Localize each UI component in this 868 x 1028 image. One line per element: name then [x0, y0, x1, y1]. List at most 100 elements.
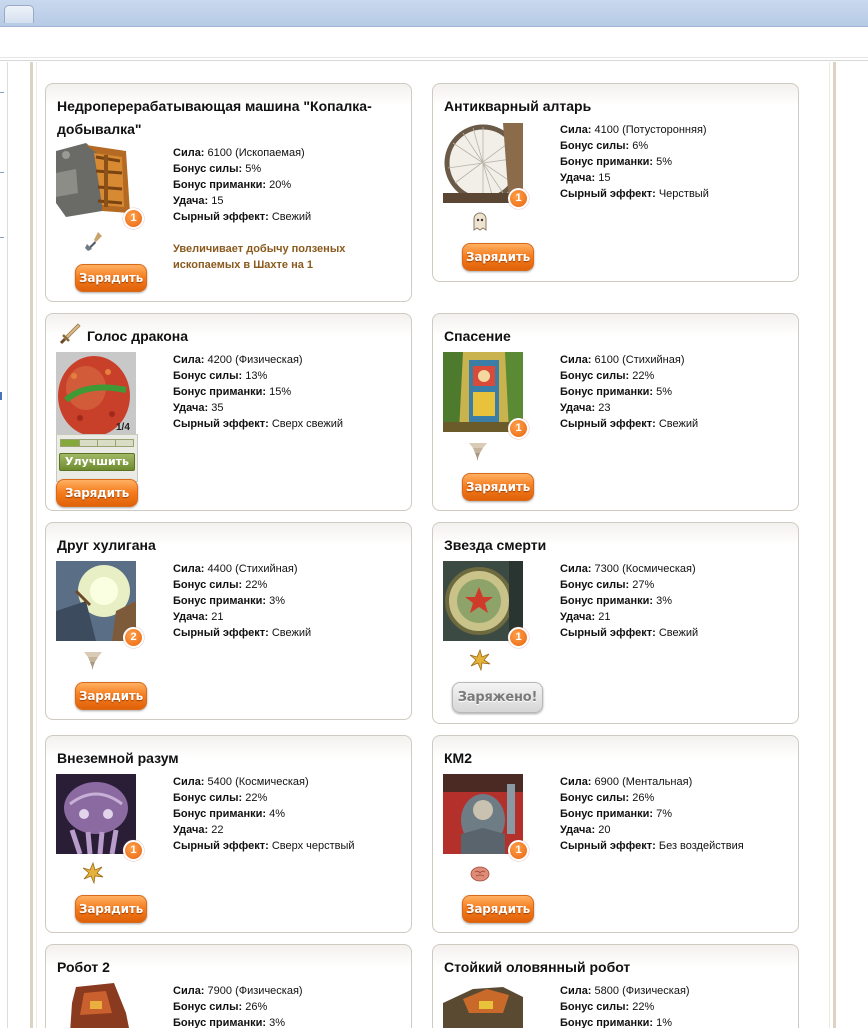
trap-level: 1/4 [116, 422, 130, 433]
arm-trap-button[interactable]: Зарядить [462, 473, 534, 501]
trap-image[interactable] [56, 561, 136, 641]
cheese-effect-value: Свежий [658, 627, 699, 639]
trap-count-badge: 1 [123, 208, 144, 229]
trap-armed-button[interactable]: Заряжено! [452, 682, 543, 713]
trap-count-badge: 2 [123, 627, 144, 648]
trap-card: Робот 2 Сила: 7900 (Физическая) Бонус си… [45, 944, 412, 1028]
arm-trap-button[interactable]: Зарядить [462, 895, 534, 923]
sidebar-mark [0, 237, 4, 238]
power-type: (Физическая) [622, 985, 690, 997]
luck-value: 23 [598, 402, 611, 414]
power-bonus-value: 5% [245, 163, 262, 175]
cheese-effect-value: Без воздействия [658, 840, 744, 852]
trap-count-badge: 1 [508, 627, 529, 648]
arm-trap-button[interactable]: Зарядить [75, 895, 147, 923]
trap-image[interactable] [443, 983, 523, 1028]
trap-stats: Сила: 5400 (Космическая) Бонус силы: 22%… [173, 774, 355, 854]
luck-value: 35 [211, 402, 224, 414]
label-luck: Удача: [173, 195, 209, 207]
power-bonus-value: 6% [632, 140, 649, 152]
label-power: Сила: [560, 985, 592, 997]
progress-segment [79, 440, 80, 446]
trap-card: Антикварный алтарь 1 Сила: 4100 (Потусто… [432, 83, 799, 282]
arm-trap-button[interactable]: Зарядить [462, 243, 534, 271]
shovel-icon [84, 230, 106, 252]
label-attraction-bonus: Бонус приманки: [173, 179, 267, 191]
luck-value: 20 [598, 824, 611, 836]
label-cheese-effect: Сырный эффект: [560, 188, 656, 200]
upgrade-panel: Улучшить [56, 434, 138, 482]
arm-trap-button[interactable]: Зарядить [75, 682, 147, 710]
power-value: 5400 [207, 776, 233, 788]
power-bonus-value: 22% [632, 1001, 655, 1013]
label-power: Сила: [173, 147, 205, 159]
trap-stats: Сила: 4200 (Физическая) Бонус силы: 13% … [173, 352, 343, 432]
power-value: 6900 [594, 776, 620, 788]
attraction-bonus-value: 20% [269, 179, 292, 191]
star-burst-icon [469, 648, 491, 672]
label-attraction-bonus: Бонус приманки: [173, 1017, 267, 1028]
ghost-icon [469, 210, 491, 232]
cheese-effect-value: Сверх черствый [271, 840, 355, 852]
brain-icon [469, 862, 491, 884]
label-power: Сила: [560, 124, 592, 136]
left-sidebar-edge [0, 62, 8, 1028]
trap-card: Стойкий оловянный робот Сила: 5800 (Физи… [432, 944, 799, 1028]
power-type: (Ментальная) [622, 776, 693, 788]
luck-value: 21 [211, 611, 224, 623]
power-type: (Физическая) [235, 985, 303, 997]
attraction-bonus-value: 5% [656, 386, 673, 398]
label-power-bonus: Бонус силы: [560, 792, 630, 804]
power-value: 7900 [207, 985, 233, 997]
label-luck: Удача: [173, 824, 209, 836]
power-value: 5800 [594, 985, 620, 997]
trap-name: Голос дракона [87, 328, 189, 344]
label-power-bonus: Бонус силы: [173, 370, 243, 382]
right-gutter [836, 62, 868, 1028]
trap-image[interactable] [56, 983, 136, 1028]
label-attraction-bonus: Бонус приманки: [173, 808, 267, 820]
power-type: (Потусторонняя) [622, 124, 707, 136]
label-power-bonus: Бонус силы: [560, 140, 630, 152]
arm-trap-button[interactable]: Зарядить [56, 479, 138, 507]
label-power-bonus: Бонус силы: [173, 163, 243, 175]
label-luck: Удача: [560, 172, 596, 184]
power-bonus-value: 22% [245, 579, 268, 591]
trap-card: Недропере­рабатывающая машина "Копалка-д… [45, 83, 412, 302]
power-bonus-value: 22% [245, 792, 268, 804]
sword-icon [58, 322, 82, 346]
trap-stats: Сила: 5800 (Физическая) Бонус силы: 22% … [560, 983, 690, 1028]
power-type: (Стихийная) [622, 354, 685, 366]
cheese-effect-value: Свежий [271, 211, 312, 223]
label-luck: Удача: [560, 611, 596, 623]
trap-stats: Сила: 4100 (Потусторонняя) Бонус силы: 6… [560, 122, 709, 202]
trap-name: Спасение [444, 328, 511, 344]
label-attraction-bonus: Бонус приманки: [560, 386, 654, 398]
label-power: Сила: [173, 985, 205, 997]
trap-name: Внеземной разум [57, 750, 179, 766]
trap-card: КМ2 1 Сила: 6900 (Ментальная) Бонус силы… [432, 735, 799, 933]
progress-segment [115, 440, 116, 446]
cheese-effect-value: Черствый [658, 188, 709, 200]
trap-name: Антикварный алтарь [444, 98, 592, 114]
label-power-bonus: Бонус силы: [560, 1001, 630, 1013]
power-value: 4100 [594, 124, 620, 136]
luck-value: 22 [211, 824, 224, 836]
power-bonus-value: 26% [245, 1001, 268, 1013]
cheese-effect-value: Свежий [658, 418, 699, 430]
power-value: 6100 [594, 354, 620, 366]
label-power: Сила: [560, 354, 592, 366]
power-bonus-value: 22% [632, 370, 655, 382]
upgrade-progress-fill [61, 440, 79, 446]
trap-image[interactable] [56, 774, 136, 854]
trap-stats: Сила: 7300 (Космическая) Бонус силы: 27%… [560, 561, 698, 641]
label-power: Сила: [560, 563, 592, 575]
trap-name: Друг хулигана [57, 537, 156, 553]
tornado-icon [467, 440, 489, 462]
cheese-effect-value: Свежий [271, 627, 312, 639]
arm-trap-button[interactable]: Зарядить [75, 264, 147, 292]
upgrade-button[interactable]: Улучшить [59, 453, 135, 471]
trap-card: Голос дракона 1/4 Улучшить Сила: 4200 (Ф… [45, 313, 412, 511]
trap-image[interactable] [56, 143, 136, 223]
browser-tab[interactable] [4, 5, 34, 23]
